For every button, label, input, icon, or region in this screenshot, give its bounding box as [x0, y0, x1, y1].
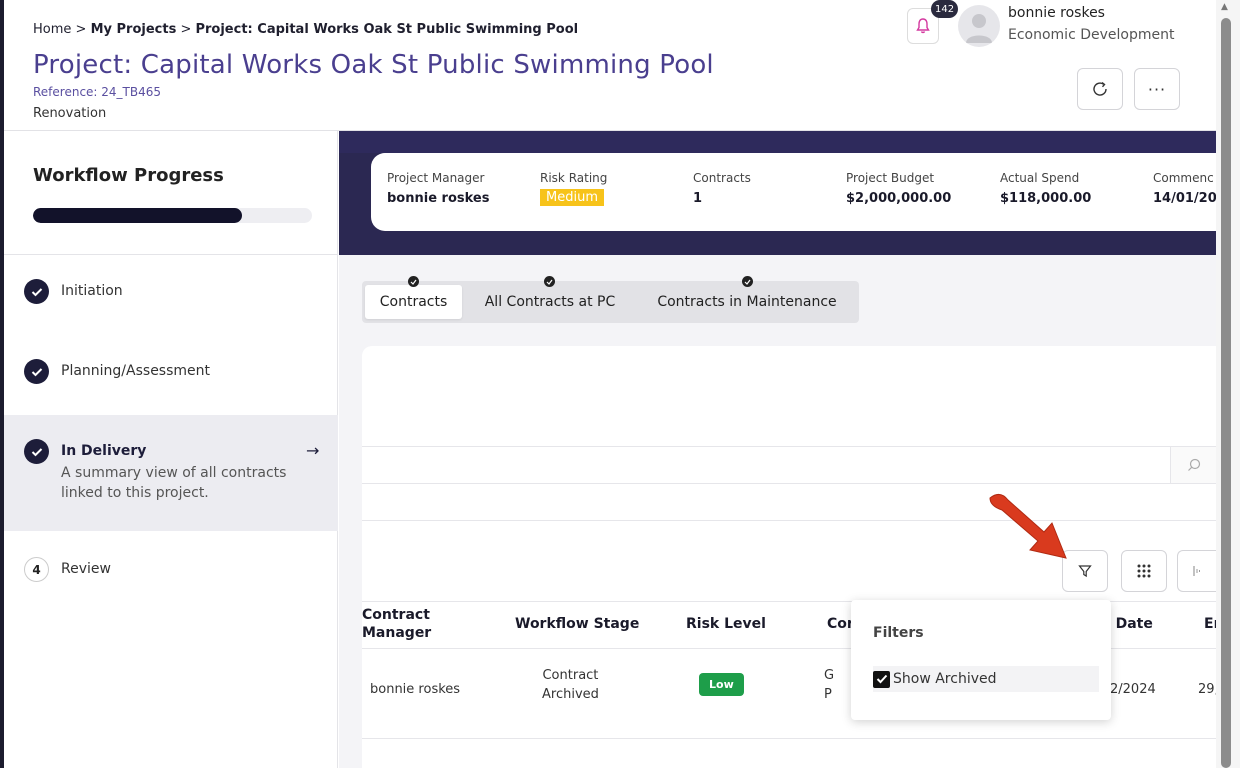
workflow-step-label: Review: [61, 561, 111, 577]
user-department: Economic Development: [1008, 27, 1175, 43]
project-type: Renovation: [33, 106, 107, 121]
filters-title: Filters: [873, 625, 924, 641]
search-button[interactable]: [1170, 447, 1216, 483]
stat-contracts: Contracts 1: [693, 171, 751, 206]
risk-level-badge: Low: [699, 673, 744, 696]
workflow-step-review[interactable]: 4 Review: [4, 531, 338, 611]
tab-label: All Contracts at PC: [484, 294, 616, 310]
column-header-risk-level[interactable]: Risk Level: [686, 616, 766, 632]
stat-label: Actual Spend: [1000, 171, 1080, 185]
stat-label: Contracts: [693, 171, 751, 185]
check-circle-icon: [24, 439, 49, 464]
more-options-button[interactable]: ···: [1134, 68, 1180, 110]
tab-label: Contracts in Maintenance: [657, 294, 837, 310]
filter-icon: [1078, 565, 1092, 578]
workflow-step-label: Initiation: [61, 283, 123, 299]
workflow-progress-bar: [33, 208, 312, 223]
stat-label: Commenc: [1153, 171, 1214, 185]
workflow-progress-fill: [33, 208, 243, 223]
stat-risk-rating: Risk Rating Medium: [540, 171, 607, 206]
breadcrumb-separator: >: [71, 22, 91, 37]
stat-label: Project Budget: [846, 171, 935, 185]
show-archived-option[interactable]: Show Archived: [873, 666, 1099, 692]
cell-contract: G P: [824, 668, 835, 702]
contracts-tabs: Contracts All Contracts at PC Contracts …: [362, 276, 859, 323]
search-icon: [1187, 458, 1200, 471]
column-header-workflow-stage[interactable]: Workflow Stage: [515, 616, 639, 632]
stat-label: Project Manager: [387, 171, 485, 185]
workflow-step-label: In Delivery: [61, 443, 147, 459]
breadcrumb-home[interactable]: Home: [33, 22, 71, 37]
project-summary-card: Project Manager bonnie roskes Risk Ratin…: [371, 153, 1217, 231]
grid-dots-icon: [1137, 564, 1151, 578]
pointer-arrow-icon: [989, 494, 1067, 559]
project-reference: Reference: 24_TB465: [33, 85, 162, 99]
refresh-icon: [1093, 81, 1107, 96]
tab-all-contracts-at-pc[interactable]: All Contracts at PC: [470, 276, 630, 319]
page-title: Project: Capital Works Oak St Public Swi…: [33, 50, 714, 80]
check-circle-icon: [24, 279, 49, 304]
project-banner-top: [339, 131, 1216, 153]
density-icon: [1193, 566, 1200, 576]
show-archived-checkbox[interactable]: [873, 670, 890, 688]
table-row-line: [362, 738, 1216, 739]
tab-label: Contracts: [379, 294, 448, 310]
stat-value: 14/01/20: [1153, 191, 1217, 206]
search-bar[interactable]: [362, 446, 1216, 484]
tab-check-icon: [742, 276, 753, 287]
cell-contract-manager: bonnie roskes: [370, 682, 461, 697]
filters-popup: Filters Show Archived: [851, 600, 1111, 720]
bell-icon: [916, 18, 930, 34]
show-archived-label: Show Archived: [893, 671, 997, 687]
checkmark-icon: [876, 674, 887, 684]
stat-value: $118,000.00: [1000, 191, 1092, 206]
column-header-contract[interactable]: Cor: [827, 616, 854, 632]
column-header-start-date[interactable]: t Date: [1104, 616, 1153, 632]
tab-contracts-in-maintenance[interactable]: Contracts in Maintenance: [638, 276, 856, 319]
tab-contracts[interactable]: Contracts: [365, 276, 462, 319]
workflow-progress-title: Workflow Progress: [33, 165, 224, 186]
workflow-step-label: Planning/Assessment: [61, 363, 211, 379]
stat-value: $2,000,000.00: [846, 191, 952, 206]
breadcrumb-separator: >: [176, 22, 196, 37]
stat-actual-spend: Actual Spend $118,000.00: [1000, 171, 1091, 206]
arrow-right-icon: →: [306, 441, 320, 460]
workflow-sidebar: Workflow Progress Initiation Planning/As…: [4, 131, 338, 768]
stat-value: bonnie roskes: [387, 191, 490, 206]
stat-project-manager: Project Manager bonnie roskes: [387, 171, 489, 206]
cell-workflow-stage: Contract Archived: [542, 668, 599, 702]
workflow-step-in-delivery[interactable]: In Delivery → A summary view of all cont…: [4, 415, 338, 531]
cell-start-date: 2/2024: [1110, 682, 1156, 697]
columns-grid-button[interactable]: [1121, 550, 1167, 592]
density-button[interactable]: [1177, 550, 1216, 592]
check-circle-icon: [24, 359, 49, 384]
scroll-up-icon[interactable]: ▲: [1221, 2, 1228, 12]
refresh-button[interactable]: [1077, 68, 1123, 110]
stat-label: Risk Rating: [540, 171, 608, 185]
workflow-step-planning[interactable]: Planning/Assessment: [4, 335, 338, 415]
more-icon: ···: [1147, 79, 1167, 99]
breadcrumb-current: Project: Capital Works Oak St Public Swi…: [195, 22, 579, 37]
user-avatar-icon[interactable]: [958, 5, 1000, 47]
workflow-step-description: A summary view of all contracts linked t…: [61, 465, 287, 501]
step-number-badge: 4: [24, 557, 49, 582]
breadcrumb: Home > My Projects > Project: Capital Wo…: [33, 22, 578, 37]
column-header-contract-manager[interactable]: Contract Manager: [362, 606, 431, 642]
notification-count-badge: 142: [931, 0, 959, 18]
stat-project-budget: Project Budget $2,000,000.00: [846, 171, 951, 206]
breadcrumb-my-projects[interactable]: My Projects: [91, 22, 177, 37]
stat-value: 1: [693, 191, 703, 206]
tab-check-icon: [544, 276, 555, 287]
tab-check-icon: [408, 276, 419, 287]
workflow-step-initiation[interactable]: Initiation: [4, 255, 338, 335]
scrollbar-thumb[interactable]: [1221, 18, 1231, 768]
toolbar-divider: [362, 520, 1216, 521]
stat-commencement: Commenc 14/01/20: [1153, 171, 1217, 206]
user-name[interactable]: bonnie roskes: [1008, 5, 1105, 21]
risk-rating-badge: Medium: [540, 189, 604, 206]
